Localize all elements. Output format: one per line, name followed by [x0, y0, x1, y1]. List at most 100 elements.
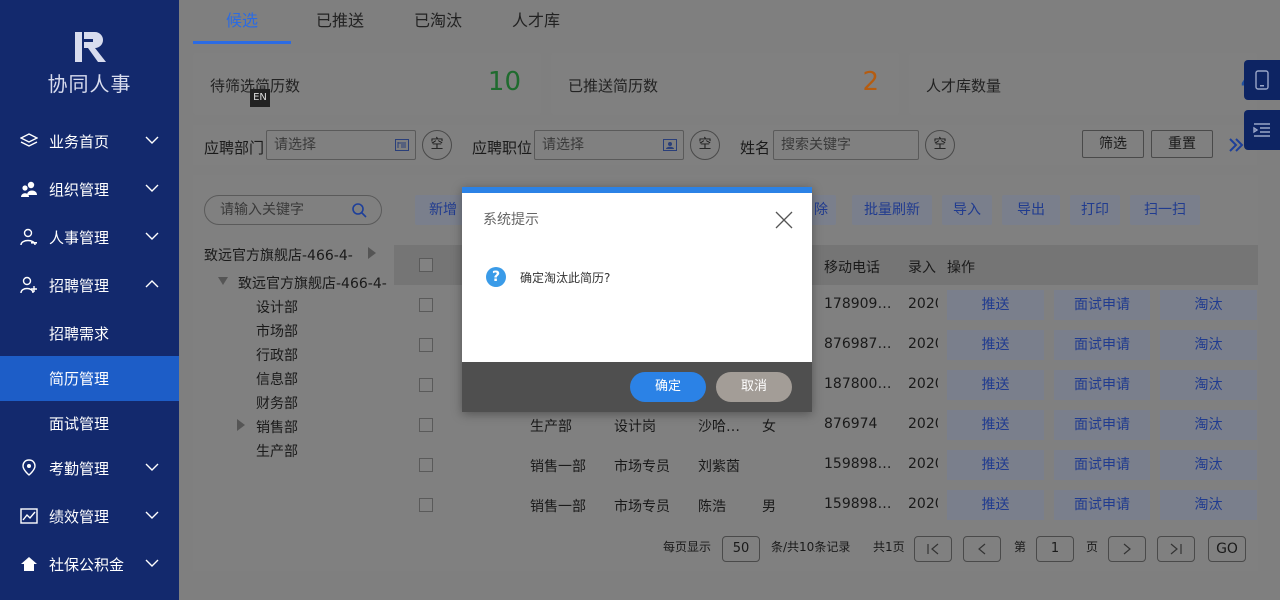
search-icon[interactable] — [352, 203, 367, 218]
double-chevron-right-icon[interactable] — [1228, 137, 1244, 153]
nav-item-label: 绩效管理 — [49, 507, 110, 526]
first-page-button[interactable] — [914, 536, 952, 562]
tree-dept-node[interactable]: 信息部 — [256, 369, 298, 389]
tree-search-input[interactable]: 请输入关键字 — [204, 195, 382, 225]
confirm-button[interactable]: 确定 — [630, 372, 706, 402]
sub-item-interview[interactable]: 面试管理 — [0, 401, 179, 446]
sub-item-resume[interactable]: 简历管理 — [0, 356, 179, 401]
position-label: 应聘职位 — [472, 139, 533, 157]
cell-position: 市场专员 — [614, 499, 670, 515]
go-button[interactable]: GO — [1208, 536, 1246, 562]
tree-dept-node[interactable]: 生产部 — [256, 441, 298, 461]
interview-request-button[interactable]: 面试申请 — [1054, 290, 1150, 320]
nav-item-personnel[interactable]: 人事管理 — [0, 215, 179, 259]
tree-child-node[interactable]: 致远官方旗舰店-466-4- — [238, 273, 387, 293]
push-button[interactable]: 推送 — [947, 410, 1044, 440]
next-page-button[interactable] — [1108, 536, 1146, 562]
close-icon[interactable] — [775, 211, 793, 229]
reset-button[interactable]: 重置 — [1151, 130, 1213, 158]
cell-position: 设计岗 — [614, 419, 656, 435]
nav-item-attendance[interactable]: 考勤管理 — [0, 446, 179, 490]
chevron-up-icon — [145, 280, 159, 288]
push-button[interactable]: 推送 — [947, 370, 1044, 400]
dialog-footer: 确定 取消 — [462, 362, 812, 412]
tree-dept-node[interactable]: 市场部 — [256, 321, 298, 341]
nav-item-insurance[interactable]: 社保公积金 — [0, 542, 179, 586]
tree-dept-node[interactable]: 销售部 — [256, 417, 298, 437]
clear-position-button[interactable]: 空 — [690, 130, 720, 160]
mobile-float-button[interactable] — [1244, 60, 1280, 100]
cell-position: 市场专员 — [614, 459, 670, 475]
cell-mobile: 159898… — [824, 456, 892, 472]
import-button[interactable]: 导入 — [942, 195, 992, 225]
tab-candidates[interactable]: 候选 — [193, 0, 291, 44]
dept-select[interactable]: 请选择 — [266, 130, 416, 160]
reject-button[interactable]: 淘汰 — [1160, 330, 1257, 360]
stat-card-pushed: 已推送简历数 2 — [551, 53, 899, 115]
cancel-button[interactable]: 取消 — [716, 372, 792, 402]
caret-down-icon[interactable] — [217, 276, 229, 286]
nav-item-home[interactable]: 业务首页 — [0, 119, 179, 163]
caret-right-icon[interactable] — [367, 246, 377, 260]
per-page-input[interactable]: 50 — [722, 536, 760, 562]
clear-dept-button[interactable]: 空 — [422, 130, 452, 160]
position-select[interactable]: 请选择 — [534, 130, 684, 160]
print-button[interactable]: 打印 — [1070, 195, 1120, 225]
cell-mobile: 187800… — [824, 376, 892, 392]
clear-name-button[interactable]: 空 — [925, 130, 955, 160]
nav-item-performance[interactable]: 绩效管理 — [0, 494, 179, 538]
chevron-right-icon — [1123, 543, 1131, 555]
menu-float-button[interactable] — [1244, 110, 1280, 150]
chevron-down-icon — [145, 136, 159, 144]
row-checkbox[interactable] — [419, 498, 433, 512]
interview-request-button[interactable]: 面试申请 — [1054, 450, 1150, 480]
select-all-checkbox[interactable] — [419, 258, 433, 272]
page-number-input[interactable]: 1 — [1036, 536, 1074, 562]
filter-button[interactable]: 筛选 — [1082, 130, 1144, 158]
tree-search-placeholder: 请输入关键字 — [220, 202, 304, 218]
row-checkbox[interactable] — [419, 338, 433, 352]
reject-button[interactable]: 淘汰 — [1160, 370, 1257, 400]
interview-request-button[interactable]: 面试申请 — [1054, 330, 1150, 360]
reject-button[interactable]: 淘汰 — [1160, 290, 1257, 320]
tree-root-node[interactable]: 致远官方旗舰店-466-4- — [204, 245, 353, 265]
row-checkbox[interactable] — [419, 458, 433, 472]
logo-mark-icon — [73, 30, 107, 64]
reject-button[interactable]: 淘汰 — [1160, 410, 1257, 440]
row-checkbox[interactable] — [419, 378, 433, 392]
cell-name: 沙哈… — [698, 419, 740, 435]
batch-refresh-button[interactable]: 批量刷新 — [852, 195, 932, 225]
tab-rejected[interactable]: 已淘汰 — [389, 0, 487, 44]
reject-button[interactable]: 淘汰 — [1160, 490, 1257, 520]
push-button[interactable]: 推送 — [947, 330, 1044, 360]
page-suffix: 页 — [1086, 540, 1099, 554]
filter-bar: 应聘部门 请选择 空 应聘职位 请选择 空 姓名 搜索关键字 空 筛选 重置 — [193, 125, 1257, 165]
tab-pushed[interactable]: 已推送 — [291, 0, 389, 44]
tree-dept-node[interactable]: 行政部 — [256, 345, 298, 365]
cell-mobile: 876974 — [824, 416, 878, 432]
prev-page-button[interactable] — [963, 536, 1001, 562]
scan-button[interactable]: 扫一扫 — [1130, 195, 1200, 225]
last-page-button[interactable] — [1157, 536, 1195, 562]
push-button[interactable]: 推送 — [947, 450, 1044, 480]
push-button[interactable]: 推送 — [947, 290, 1044, 320]
nav-item-label: 业务首页 — [49, 132, 110, 151]
row-checkbox[interactable] — [419, 298, 433, 312]
tree-dept-node[interactable]: 设计部 — [256, 297, 298, 317]
header-ops: 操作 — [947, 260, 975, 276]
interview-request-button[interactable]: 面试申请 — [1054, 490, 1150, 520]
cell-gender: 女 — [762, 419, 776, 435]
reject-button[interactable]: 淘汰 — [1160, 450, 1257, 480]
nav-item-org[interactable]: 组织管理 — [0, 167, 179, 211]
tab-talent-pool[interactable]: 人才库 — [487, 0, 585, 44]
push-button[interactable]: 推送 — [947, 490, 1044, 520]
nav-item-recruitment[interactable]: 招聘管理 — [0, 263, 179, 307]
export-button[interactable]: 导出 — [1002, 195, 1060, 225]
tree-dept-node[interactable]: 财务部 — [256, 393, 298, 413]
interview-request-button[interactable]: 面试申请 — [1054, 370, 1150, 400]
caret-right-icon[interactable] — [236, 418, 246, 432]
name-search-input[interactable]: 搜索关键字 — [773, 130, 919, 160]
row-checkbox[interactable] — [419, 418, 433, 432]
interview-request-button[interactable]: 面试申请 — [1054, 410, 1150, 440]
sub-item-requirements[interactable]: 招聘需求 — [0, 311, 179, 356]
